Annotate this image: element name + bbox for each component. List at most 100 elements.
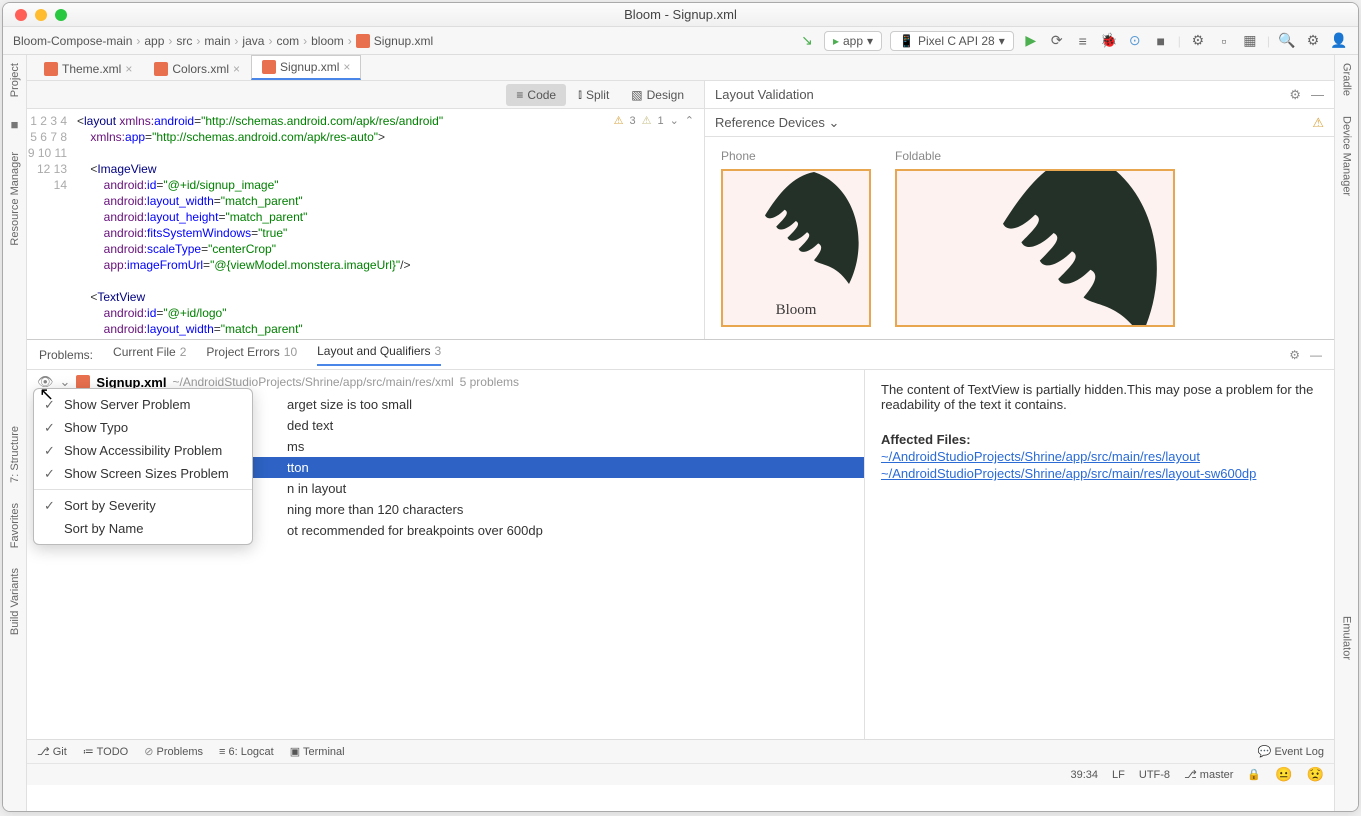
rail-favorites[interactable]: Favorites bbox=[9, 503, 21, 548]
problem-item[interactable]: ded text bbox=[227, 415, 864, 436]
minimize-icon[interactable]: — bbox=[1311, 87, 1324, 103]
menu-show-server-problem[interactable]: ✓Show Server Problem bbox=[34, 393, 252, 416]
titlebar: Bloom - Signup.xml bbox=[3, 3, 1358, 27]
problems-tab-project[interactable]: Project Errors10 bbox=[206, 345, 297, 365]
warning-icon: ⚠ bbox=[614, 113, 624, 129]
status-encoding[interactable]: UTF-8 bbox=[1139, 769, 1170, 781]
tab-signup[interactable]: Signup.xml× bbox=[251, 55, 361, 80]
preview-phone[interactable]: Bloom bbox=[721, 169, 871, 327]
view-tab-split[interactable]: ⫾ Split bbox=[568, 83, 619, 106]
left-tool-rail: Project ■ Resource Manager 7: Structure … bbox=[3, 55, 27, 811]
close-icon[interactable]: × bbox=[125, 62, 132, 76]
rail-device-manager[interactable]: Device Manager bbox=[1341, 116, 1353, 196]
problem-item[interactable]: ot recommended for breakpoints over 600d… bbox=[227, 520, 864, 541]
affected-file-link[interactable]: ~/AndroidStudioProjects/Shrine/app/src/m… bbox=[881, 449, 1318, 464]
settings-icon[interactable]: ⚙ bbox=[1304, 32, 1322, 50]
chevron-down-icon: ⌄ bbox=[828, 115, 839, 130]
menu-sort-severity[interactable]: ✓Sort by Severity bbox=[34, 494, 252, 517]
profiler-icon[interactable]: 🐞 bbox=[1100, 32, 1118, 50]
xml-file-icon bbox=[44, 62, 58, 76]
problem-item[interactable]: n in layout bbox=[227, 478, 864, 499]
preview-foldable[interactable] bbox=[895, 169, 1175, 327]
editor-tabs: Theme.xml× Colors.xml× Signup.xml× bbox=[27, 55, 1334, 81]
problems-tab-layout[interactable]: Layout and Qualifiers3 bbox=[317, 344, 441, 366]
code-content[interactable]: <layout xmlns:android="http://schemas.an… bbox=[77, 109, 704, 339]
run-icon[interactable]: ▶ bbox=[1022, 32, 1040, 50]
tab-colors[interactable]: Colors.xml× bbox=[143, 57, 251, 80]
gear-icon[interactable]: ⚙ bbox=[1289, 87, 1301, 103]
status-line-sep[interactable]: LF bbox=[1112, 769, 1125, 781]
tool-todo[interactable]: ≔ TODO bbox=[83, 745, 128, 758]
menu-show-typo[interactable]: ✓Show Typo bbox=[34, 416, 252, 439]
stop-icon[interactable]: ■ bbox=[1152, 32, 1170, 50]
tab-theme[interactable]: Theme.xml× bbox=[33, 57, 143, 80]
view-tab-design[interactable]: ▧ Design bbox=[621, 84, 694, 106]
inspection-summary[interactable]: ⚠3 ⚠1 ⌄ ⌃ bbox=[614, 113, 694, 129]
xml-file-icon bbox=[262, 60, 276, 74]
problem-item-selected[interactable]: tton bbox=[227, 457, 864, 478]
tool-problems[interactable]: ⊘ Problems bbox=[144, 745, 203, 758]
chevron-up-icon[interactable]: ⌃ bbox=[685, 113, 694, 129]
account-icon[interactable]: 👤 bbox=[1330, 32, 1348, 50]
maximize-window[interactable] bbox=[55, 9, 67, 21]
warning-icon[interactable]: ⚠ bbox=[1312, 115, 1324, 131]
problems-tab-current[interactable]: Current File2 bbox=[113, 345, 186, 365]
bottom-tool-bar: ⎇ Git ≔ TODO ⊘ Problems ≡ 6: Logcat ▣ Te… bbox=[27, 739, 1334, 763]
status-position[interactable]: 39:34 bbox=[1071, 769, 1099, 781]
close-window[interactable] bbox=[15, 9, 27, 21]
gear-icon[interactable]: ⚙ bbox=[1289, 348, 1300, 362]
affected-file-link[interactable]: ~/AndroidStudioProjects/Shrine/app/src/m… bbox=[881, 466, 1318, 481]
avd-icon[interactable]: ⚙ bbox=[1189, 32, 1207, 50]
affected-files-label: Affected Files: bbox=[881, 432, 971, 447]
line-gutter: 1 2 3 4 5 6 7 8 9 10 11 12 13 14 bbox=[27, 109, 77, 339]
menu-show-accessibility[interactable]: ✓Show Accessibility Problem bbox=[34, 439, 252, 462]
rail-emulator[interactable]: Emulator bbox=[1341, 616, 1353, 660]
lock-icon[interactable]: 🔒 bbox=[1247, 768, 1261, 781]
view-tab-code[interactable]: ≡ Code bbox=[506, 84, 566, 106]
debug-icon[interactable]: ⟳ bbox=[1048, 32, 1066, 50]
ide-status-happy-icon[interactable]: 😐 bbox=[1275, 766, 1292, 783]
rail-gradle[interactable]: Gradle bbox=[1341, 63, 1353, 96]
weak-warning-icon: ⚠ bbox=[642, 113, 652, 129]
attach-icon[interactable]: ⊙ bbox=[1126, 32, 1144, 50]
tool-logcat[interactable]: ≡ 6: Logcat bbox=[219, 746, 274, 758]
layout-validation-header: Layout Validation ⚙— bbox=[705, 81, 1334, 109]
reference-devices-dropdown[interactable]: Reference Devices ⌄ bbox=[715, 115, 839, 131]
tool-event-log[interactable]: 💬 Event Log bbox=[1258, 745, 1324, 758]
tool-git[interactable]: ⎇ Git bbox=[37, 745, 67, 758]
sdk-icon[interactable]: ▫ bbox=[1215, 32, 1233, 50]
xml-file-icon bbox=[76, 375, 90, 389]
rail-resource-manager[interactable]: Resource Manager bbox=[9, 152, 21, 246]
menu-sort-name[interactable]: Sort by Name bbox=[34, 517, 252, 540]
close-icon[interactable]: × bbox=[343, 60, 350, 74]
menu-show-screen-sizes[interactable]: ✓Show Screen Sizes Problem bbox=[34, 462, 252, 485]
layout-icon[interactable]: ▦ bbox=[1241, 32, 1259, 50]
problem-item[interactable]: ning more than 120 characters bbox=[227, 499, 864, 520]
problem-item[interactable]: ms bbox=[227, 436, 864, 457]
bloom-logo-text: Bloom bbox=[723, 302, 869, 319]
window-title: Bloom - Signup.xml bbox=[624, 7, 737, 22]
ide-status-sad-icon[interactable]: 😟 bbox=[1307, 766, 1324, 783]
minimize-window[interactable] bbox=[35, 9, 47, 21]
problem-item[interactable]: arget size is too small bbox=[227, 394, 864, 415]
rail-build-variants[interactable]: Build Variants bbox=[9, 568, 21, 635]
device-dropdown[interactable]: 📱Pixel C API 28▾ bbox=[890, 31, 1014, 51]
close-icon[interactable]: × bbox=[233, 62, 240, 76]
problem-description: The content of TextView is partially hid… bbox=[881, 382, 1318, 412]
rail-structure[interactable]: 7: Structure bbox=[9, 426, 21, 483]
rail-project[interactable]: Project bbox=[9, 63, 21, 97]
coverage-icon[interactable]: ≡ bbox=[1074, 32, 1092, 50]
search-icon[interactable]: 🔍 bbox=[1278, 32, 1296, 50]
chevron-down-icon[interactable]: ⌄ bbox=[670, 113, 679, 129]
code-editor[interactable]: 1 2 3 4 5 6 7 8 9 10 11 12 13 14 <layout… bbox=[27, 109, 704, 339]
status-branch[interactable]: ⎇ master bbox=[1184, 768, 1233, 781]
folder-icon[interactable]: ■ bbox=[11, 117, 19, 132]
tool-terminal[interactable]: ▣ Terminal bbox=[290, 745, 345, 758]
design-view-switcher: ≡ Code ⫾ Split ▧ Design bbox=[27, 81, 704, 109]
run-config-dropdown[interactable]: ▸app▾ bbox=[824, 31, 882, 51]
sync-icon[interactable]: ↘ bbox=[798, 32, 816, 50]
problem-detail-pane: The content of TextView is partially hid… bbox=[864, 370, 1334, 739]
problems-label: Problems: bbox=[39, 348, 93, 362]
minimize-icon[interactable]: — bbox=[1310, 348, 1322, 362]
breadcrumb[interactable]: Bloom-Compose-main› app› src› main› java… bbox=[13, 34, 798, 48]
